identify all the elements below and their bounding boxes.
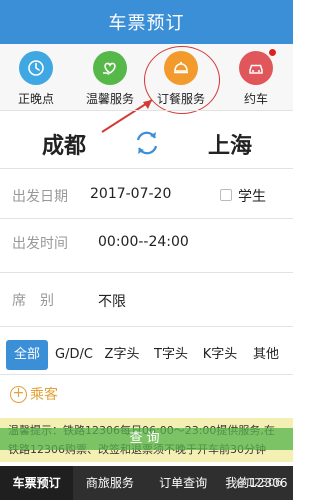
divider [0, 374, 293, 375]
nav-ticket-booking[interactable]: 车票预订 [0, 466, 74, 500]
date-label: 出发日期 [12, 189, 68, 205]
clock-icon [19, 51, 53, 85]
service-label: 温馨服务 [85, 92, 134, 106]
filter-all[interactable]: 全部 [6, 340, 48, 370]
watermark: @12306 [236, 476, 282, 489]
filter-k[interactable]: K字头 [198, 340, 242, 370]
app-header: 车票预订 [0, 0, 293, 44]
divider [0, 168, 293, 169]
time-label: 出发时间 [12, 236, 68, 252]
divider [0, 110, 293, 111]
seat-label: 席 别 [12, 293, 54, 309]
filter-t[interactable]: T字头 [149, 340, 193, 370]
divider [0, 272, 293, 273]
date-value[interactable]: 2017-07-20 [90, 186, 171, 202]
meal-icon [164, 51, 198, 85]
swap-icon[interactable] [132, 128, 162, 158]
add-passenger-label: 乘客 [30, 387, 58, 403]
nav-business-travel[interactable]: 商旅服务 [73, 466, 146, 500]
student-label[interactable]: 学生 [238, 186, 266, 206]
service-label: 约车 [243, 92, 268, 106]
car-icon [239, 48, 277, 85]
service-meal-order[interactable]: 订餐服务 [146, 51, 216, 107]
filter-gdc[interactable]: G/D/C [52, 340, 96, 370]
seat-value[interactable]: 不限 [98, 291, 126, 311]
notification-badge [268, 48, 277, 57]
filter-other[interactable]: 其他 [246, 340, 286, 370]
service-car-booking[interactable]: 约车 [221, 48, 291, 107]
divider [0, 218, 293, 219]
to-station[interactable]: 上海 [208, 128, 252, 160]
from-station[interactable]: 成都 [42, 128, 86, 160]
heart-hand-icon [93, 51, 127, 85]
nav-order-query[interactable]: 订单查询 [147, 466, 220, 500]
filter-z[interactable]: Z字头 [100, 340, 144, 370]
query-button[interactable]: 查询 [0, 428, 293, 450]
divider [0, 326, 293, 327]
service-label: 订餐服务 [156, 92, 205, 106]
plus-icon: + [10, 385, 27, 403]
service-label: 正晚点 [17, 92, 54, 106]
train-type-filters: 全部 G/D/C Z字头 T字头 K字头 其他 [0, 340, 293, 372]
page-title: 车票预订 [108, 13, 185, 34]
service-care[interactable]: 温馨服务 [75, 51, 145, 107]
service-bar: 正晚点 温馨服务 订餐服务 约车 [0, 44, 293, 110]
add-passenger-button[interactable]: + 乘客 [10, 384, 58, 404]
time-value[interactable]: 00:00--24:00 [98, 234, 189, 250]
student-checkbox[interactable] [220, 189, 232, 201]
service-delay-status[interactable]: 正晚点 [1, 51, 71, 107]
